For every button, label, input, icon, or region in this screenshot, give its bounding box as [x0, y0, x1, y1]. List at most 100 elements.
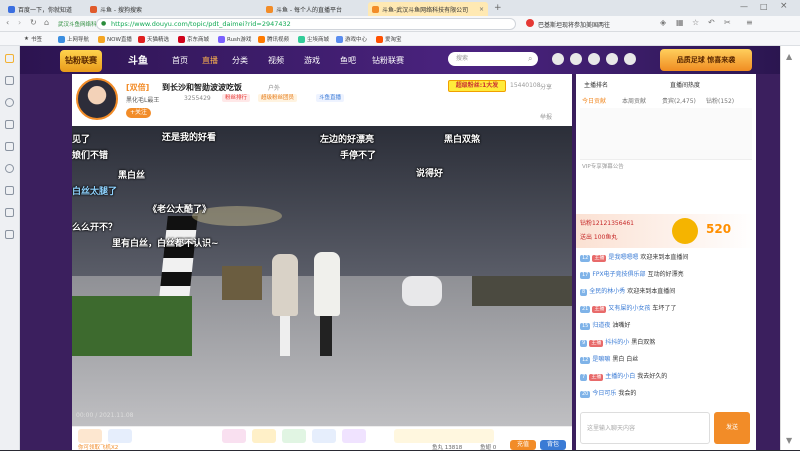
football-promo-banner[interactable]: 品质足球 惊喜来袭 — [660, 49, 752, 71]
search-icon[interactable]: ⌕ — [528, 54, 532, 64]
bookmark-item[interactable]: 上网导航 — [58, 35, 89, 43]
streamer-name[interactable]: 黑化毛L最王 — [126, 95, 159, 104]
close-window-icon[interactable]: × — [780, 1, 788, 11]
tab-vip[interactable]: 贵宾(2,475) — [662, 96, 696, 105]
heat-title[interactable]: 直播间热度 — [670, 80, 700, 89]
bookmark-item[interactable]: 天猫精选 — [138, 35, 169, 43]
gamepad-icon[interactable]: ◈ — [660, 18, 666, 27]
bookmark-item[interactable]: NOW直播 — [98, 35, 132, 43]
tab-today-contribution[interactable]: 今日贡献 — [582, 96, 606, 105]
news-ticker[interactable]: 巴基斯坦现将参加美国两往 — [538, 20, 610, 29]
gift-sender[interactable]: 钻粉12121356461 — [580, 218, 634, 227]
chat-username[interactable]: 是嘛嘛 — [592, 354, 610, 366]
minimize-icon[interactable]: — — [740, 2, 748, 11]
url-field[interactable]: ● https://www.douyu.com/topic/pdt_daimei… — [96, 18, 516, 30]
chat-username[interactable]: 今日可乐 — [592, 388, 616, 400]
chat-username[interactable]: 是我嗯嗯嗯 — [608, 252, 638, 264]
star-icon[interactable]: ☆ — [692, 18, 699, 27]
back-icon[interactable]: ‹ — [6, 18, 9, 27]
home-icon[interactable]: ⌂ — [44, 18, 49, 27]
streamer-avatar[interactable] — [76, 78, 118, 120]
category-label[interactable]: 户外 — [268, 83, 280, 92]
follow-list-icon[interactable] — [570, 53, 582, 65]
chat-icon[interactable] — [5, 164, 14, 173]
close-tab-icon[interactable]: × — [479, 6, 484, 13]
task-icon[interactable] — [624, 53, 636, 65]
tab-week-contribution[interactable]: 本周贡献 — [622, 96, 646, 105]
gift-banner: 钻粉12121356461 送出 100鱼丸 520 — [576, 214, 756, 248]
chat-username[interactable]: 全民的林小秀 — [589, 286, 625, 298]
rank-title[interactable]: 主播排名 — [584, 80, 608, 89]
bag-button[interactable]: 背包 — [540, 440, 566, 450]
bookmark-item[interactable]: 腾讯视频 — [258, 35, 289, 43]
tab-douyu-home[interactable]: 斗鱼 - 每个人的直播平台 — [262, 2, 366, 16]
room-tag[interactable]: 超级粉丝团员 — [258, 94, 298, 102]
scissors-icon[interactable]: ✂ — [724, 18, 731, 27]
search-input[interactable]: 搜索 — [448, 52, 538, 66]
tab-sogou[interactable]: 斗鱼 - 搜狗搜索 — [86, 2, 166, 16]
gift-icon[interactable] — [282, 429, 306, 443]
message-icon[interactable] — [606, 53, 618, 65]
tab-diamond-fans[interactable]: 钻粉(152) — [706, 96, 734, 105]
favorite-icon[interactable] — [5, 54, 14, 63]
document-icon[interactable] — [5, 120, 14, 129]
gift-icon[interactable] — [252, 429, 276, 443]
gift-icon[interactable] — [342, 429, 366, 443]
bookmark-item[interactable]: 京东商城 — [178, 35, 209, 43]
scroll-down-icon[interactable]: ▼ — [786, 436, 792, 445]
nav-video[interactable]: 视频 — [268, 55, 284, 66]
scroll-up-icon[interactable]: ▲ — [786, 52, 792, 61]
chat-username[interactable]: FPX电子竞技俱乐部 — [592, 269, 645, 281]
history-icon[interactable] — [552, 53, 564, 65]
chat-username[interactable]: 又有屎的小女孩 — [608, 303, 650, 315]
bookmark-item[interactable]: 游戏中心 — [336, 35, 367, 43]
bookmark-item[interactable]: 尘埃商城 — [298, 35, 329, 43]
bookmark-item[interactable]: Rush游戏 — [218, 35, 251, 43]
gift-icon[interactable] — [108, 429, 132, 443]
gift-icon[interactable] — [78, 429, 102, 443]
nav-yuba[interactable]: 鱼吧 — [340, 55, 356, 66]
notes-icon[interactable] — [5, 208, 14, 217]
follow-button[interactable]: +关注 — [126, 108, 152, 118]
chat-username[interactable]: 主播的小白 — [605, 371, 635, 383]
sidebar-icon[interactable] — [5, 76, 14, 85]
refresh-icon[interactable]: ↻ — [30, 18, 37, 27]
bookmark-item[interactable]: 爱淘宝 — [376, 35, 402, 43]
video-icon[interactable] — [5, 142, 14, 151]
nav-game[interactable]: 游戏 — [304, 55, 320, 66]
chat-username[interactable]: 抖抖的小 — [605, 337, 629, 349]
promo-badge[interactable]: 钻粉联赛 — [60, 50, 102, 72]
gift-shelf[interactable] — [394, 429, 494, 443]
apps-icon[interactable] — [5, 230, 14, 239]
chat-input[interactable]: 这里输入聊天内容 — [580, 412, 710, 444]
chat-username[interactable]: 归道夜 — [592, 320, 610, 332]
gift-icon[interactable] — [312, 429, 336, 443]
download-app-icon[interactable] — [588, 53, 600, 65]
room-tag[interactable]: 斗鱼直播 — [316, 94, 345, 102]
hot-rank-badge[interactable]: 超级粉丝:1大发 — [448, 80, 506, 92]
chat-message: 20 今日可乐 我会的 — [580, 388, 752, 400]
share-button[interactable]: 分享 — [540, 82, 552, 91]
send-button[interactable]: 发送 — [714, 412, 750, 444]
forward-icon[interactable]: › — [18, 18, 21, 27]
tab-douyu-live[interactable]: 斗鱼-武汉斗鱼网络科技有限公司 × — [368, 2, 488, 16]
bookmark-item[interactable]: ★ 书签 — [24, 35, 42, 43]
recharge-button[interactable]: 充值 — [510, 440, 536, 450]
douyu-logo[interactable]: 斗鱼 — [128, 52, 148, 67]
video-stream[interactable]: 见了 还是我的好看 左边的好漂亮 黑白双煞 娘们不错 手停不了 黑白丝 说得好 … — [72, 126, 572, 426]
nav-diamond-league[interactable]: 钻粉联赛 — [372, 55, 404, 66]
tab-baidu[interactable]: 百度一下，你就知道 — [4, 2, 84, 16]
history-back-icon[interactable]: ↶ — [708, 18, 715, 27]
search-icon[interactable] — [5, 98, 14, 107]
download-icon[interactable] — [5, 186, 14, 195]
room-tag[interactable]: 粉丝排行 — [222, 94, 251, 102]
gift-icon[interactable] — [222, 429, 246, 443]
menu-icon[interactable]: ≡ — [746, 18, 753, 27]
nav-category[interactable]: 分类 — [232, 55, 248, 66]
nav-live[interactable]: 直播 — [202, 55, 218, 66]
nav-home[interactable]: 首页 — [172, 55, 188, 66]
maximize-icon[interactable]: □ — [760, 2, 768, 11]
report-button[interactable]: 举报 — [540, 112, 552, 121]
new-tab-icon[interactable]: + — [494, 3, 502, 13]
grid-icon[interactable]: ▦ — [676, 18, 684, 27]
